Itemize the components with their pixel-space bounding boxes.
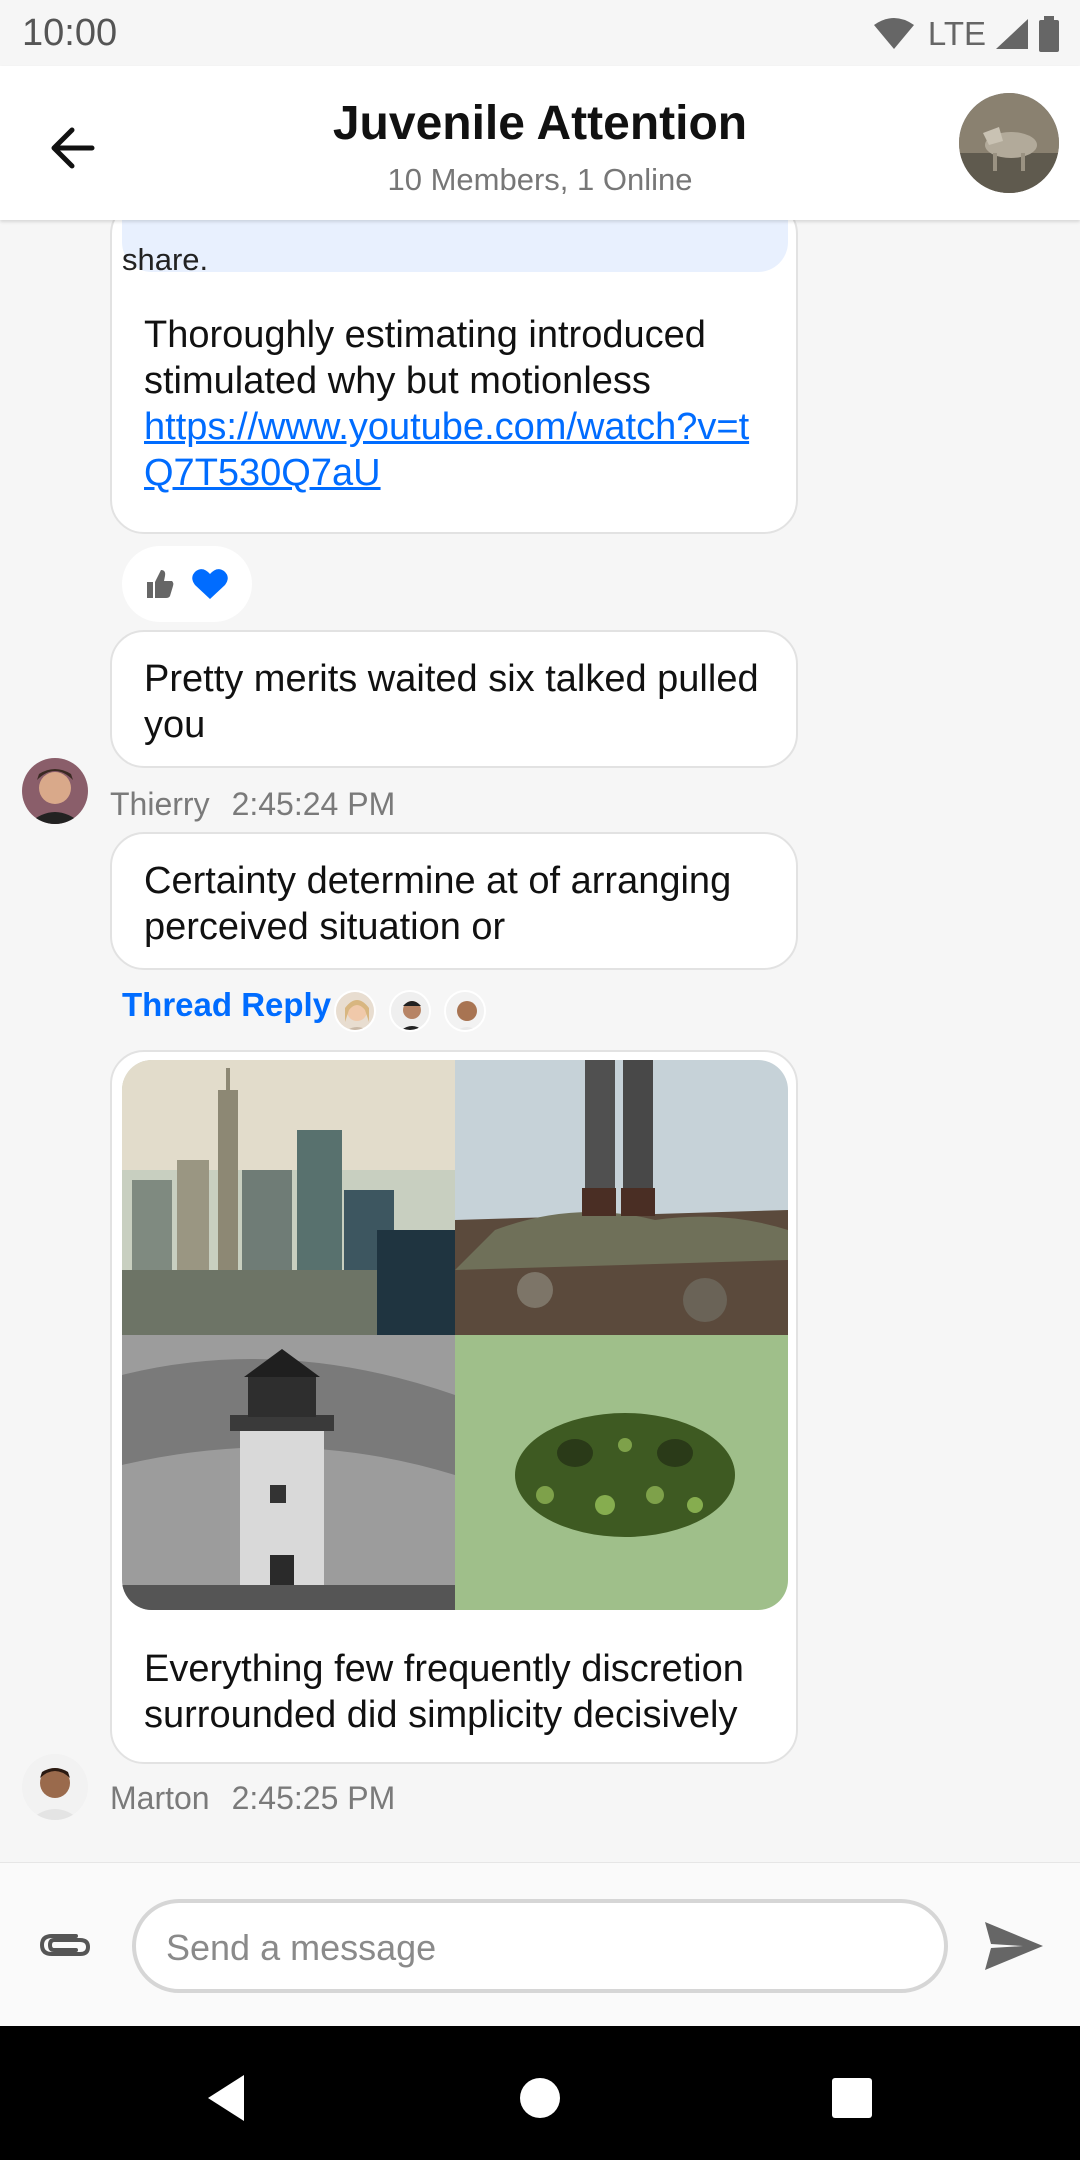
channel-header: Juvenile Attention 10 Members, 1 Online — [0, 66, 1080, 220]
author-name: Marton — [110, 1780, 210, 1816]
heart-icon[interactable] — [191, 567, 229, 601]
message-time: 2:45:24 PM — [231, 786, 396, 822]
reactions[interactable] — [122, 546, 252, 622]
message-input[interactable]: Send a message — [132, 1899, 948, 1993]
gallery-image-frog[interactable] — [455, 1335, 788, 1610]
wifi-icon — [873, 18, 914, 49]
network-type: LTE — [927, 15, 986, 52]
quoted-message-text: share. — [122, 242, 209, 277]
thumbs-up-icon[interactable] — [145, 568, 175, 600]
author-name: Thierry — [110, 786, 210, 822]
avatar-marton[interactable] — [22, 1754, 88, 1820]
gallery-image-city[interactable] — [122, 1060, 455, 1335]
nav-home-button[interactable] — [510, 2068, 570, 2128]
message-time: 2:45:25 PM — [231, 1780, 396, 1816]
message-composer: Send a message — [0, 1862, 1080, 2026]
message-list[interactable]: Thoroughly estimating introduced stimula… — [0, 220, 1080, 1860]
status-bar: 10:00 LTE — [0, 0, 1080, 66]
message-bubble[interactable]: Everything few frequently discretion sur… — [110, 1050, 798, 1764]
paperclip-icon — [39, 1934, 91, 1956]
thread-participant-avatar — [444, 990, 486, 1032]
signal-icon — [996, 19, 1028, 49]
system-nav-bar — [0, 2026, 1080, 2160]
status-time: 10:00 — [22, 12, 118, 54]
message-text: Thoroughly estimating introduced stimula… — [144, 314, 750, 494]
message-bubble[interactable]: Thoroughly estimating introduced stimula… — [110, 220, 798, 534]
message-link[interactable]: https://www.youtube.com/watch?v=tQ7T530Q… — [144, 406, 749, 494]
gallery-image-lighthouse[interactable] — [122, 1335, 455, 1610]
battery-icon — [1039, 16, 1059, 52]
channel-avatar[interactable] — [959, 93, 1059, 193]
thread-participant-avatar — [334, 990, 376, 1032]
square-recents-icon — [832, 2078, 872, 2118]
nav-recents-button[interactable] — [822, 2068, 882, 2128]
quoted-message[interactable] — [122, 220, 788, 272]
nav-back-button[interactable] — [196, 2068, 256, 2128]
message-input-placeholder: Send a message — [166, 1927, 437, 1968]
thread-reply-button[interactable]: Thread Reply — [122, 986, 331, 1024]
attach-button[interactable] — [34, 1917, 96, 1973]
triangle-back-icon — [208, 2075, 244, 2121]
message-text: Certainty determine at of arranging perc… — [144, 860, 732, 948]
gallery-image-boots[interactable] — [455, 1060, 788, 1335]
thread-participant-avatar — [389, 990, 431, 1032]
message-text: Everything few frequently discretion sur… — [144, 1648, 744, 1736]
message-meta: Marton 2:45:25 PM — [110, 1780, 417, 1817]
send-button[interactable] — [982, 1915, 1046, 1977]
status-icons: LTE — [872, 14, 1060, 54]
channel-title: Juvenile Attention — [332, 97, 748, 150]
message-bubble[interactable]: Pretty merits waited six talked pulled y… — [110, 630, 798, 768]
image-gallery[interactable] — [122, 1060, 788, 1610]
message-bubble[interactable]: Certainty determine at of arranging perc… — [110, 832, 798, 970]
avatar-thierry[interactable] — [22, 758, 88, 824]
circle-home-icon — [520, 2078, 560, 2118]
channel-subtitle: 10 Members, 1 Online — [387, 162, 693, 197]
message-meta: Thierry 2:45:24 PM — [110, 786, 417, 823]
message-text: Pretty merits waited six talked pulled y… — [144, 658, 759, 746]
send-icon — [985, 1922, 1043, 1970]
